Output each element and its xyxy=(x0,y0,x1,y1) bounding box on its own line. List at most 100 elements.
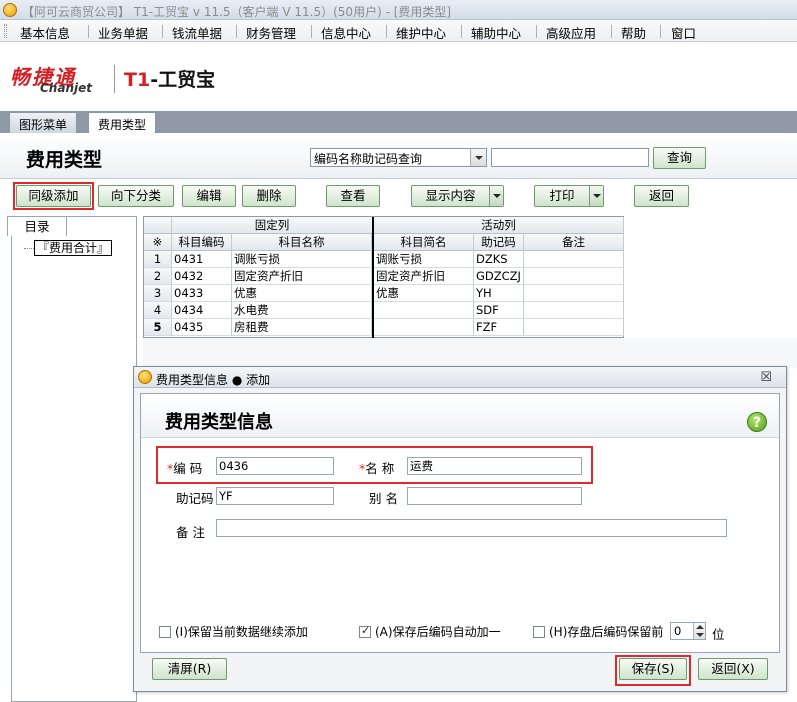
grid-row-number: 3 xyxy=(144,285,172,302)
menu-finance[interactable]: 财务管理 xyxy=(246,23,296,42)
checkbox-box-checked[interactable] xyxy=(359,624,371,638)
grid-cell-code[interactable]: 0433 xyxy=(172,285,232,302)
grid-cell-mnemonic[interactable]: GDZCZJ xyxy=(474,268,524,285)
tree-tab-catalog[interactable]: 目录 xyxy=(7,216,67,236)
back-button[interactable]: 返回 xyxy=(634,185,689,207)
mnemonic-field[interactable]: YF xyxy=(216,487,334,505)
grid-cell-name[interactable]: 房租费 xyxy=(232,319,372,336)
grid-col-short-name[interactable]: 科目简名 xyxy=(374,234,474,251)
name-field[interactable]: 运费 xyxy=(407,457,582,475)
dialog-back-button[interactable]: 返回(X) xyxy=(698,658,768,680)
grid-cell-mnemonic[interactable]: DZKS xyxy=(474,251,524,268)
grid-row-number: 4 xyxy=(144,302,172,319)
grid-cell-code[interactable]: 0434 xyxy=(172,302,232,319)
menu-basic-info[interactable]: 基本信息 xyxy=(20,23,70,42)
menu-help[interactable]: 帮助 xyxy=(621,23,646,42)
menu-separator xyxy=(162,25,163,38)
page-header: 费用类型 编码名称助记码查询 查询 xyxy=(0,133,797,179)
grid-cell-code[interactable]: 0431 xyxy=(172,251,232,268)
grid-cell-short-name[interactable] xyxy=(374,302,474,319)
view-button[interactable]: 查看 xyxy=(326,185,380,207)
grid-cell-note[interactable] xyxy=(524,268,624,285)
highlight-outline xyxy=(13,182,94,210)
delete-button[interactable]: 删除 xyxy=(242,185,296,207)
product-logo: T1-工贸宝 xyxy=(124,65,215,92)
menu-advanced[interactable]: 高级应用 xyxy=(546,23,596,42)
auto-increment-label: (A)保存后编码自动加一 xyxy=(375,625,501,639)
menu-info-center[interactable]: 信息中心 xyxy=(321,23,371,42)
menu-separator xyxy=(386,25,387,38)
grid-cell-short-name[interactable] xyxy=(374,319,474,336)
window-title: 【阿可云商贸公司】 T1-工贸宝 v 11.5（客户端 V 11.5）(50用户… xyxy=(22,5,452,19)
menu-separator xyxy=(611,25,612,38)
grid-cell-short-name[interactable]: 调账亏损 xyxy=(374,251,474,268)
search-mode-select[interactable]: 编码名称助记码查询 xyxy=(310,148,487,167)
grid-cell-note[interactable] xyxy=(524,302,624,319)
grid-cell-code[interactable]: 0432 xyxy=(172,268,232,285)
keep-prefix-stepper[interactable]: 0 xyxy=(670,622,706,640)
alias-label: 别 名 xyxy=(369,491,398,506)
keep-prefix-checkbox[interactable]: (H)存盘后编码保留前 xyxy=(533,623,663,640)
stepper-arrows-icon[interactable] xyxy=(693,623,705,639)
auto-increment-checkbox[interactable]: (A)保存后编码自动加一 xyxy=(359,623,501,640)
menu-separator xyxy=(311,25,312,38)
grid-cell-name[interactable]: 优惠 xyxy=(232,285,372,302)
save-button[interactable]: 保存(S) xyxy=(619,658,687,680)
dialog-heading: 费用类型信息 xyxy=(165,412,273,433)
code-field[interactable]: 0436 xyxy=(216,457,334,475)
search-input[interactable] xyxy=(491,148,649,167)
dropdown-arrow-icon[interactable] xyxy=(470,149,486,166)
grid-cell-note[interactable] xyxy=(524,251,624,268)
help-icon[interactable]: ? xyxy=(747,412,767,432)
edit-button[interactable]: 编辑 xyxy=(182,185,236,207)
grid-group-fixed: 固定列 xyxy=(172,217,373,234)
close-icon[interactable]: ☒ xyxy=(760,370,772,385)
dialog-titlebar: 费用类型信息 ● 添加 ☒ xyxy=(134,367,786,388)
dropdown-arrow-icon[interactable] xyxy=(489,186,503,206)
alias-field[interactable] xyxy=(407,487,582,505)
clear-button[interactable]: 清屏(R) xyxy=(152,658,227,680)
grid-cell-name[interactable]: 调账亏损 xyxy=(232,251,372,268)
brand-logo-en: Chanjet xyxy=(40,81,92,95)
menu-cashflow-docs[interactable]: 钱流单据 xyxy=(172,23,222,42)
tab-graphic-menu[interactable]: 图形菜单 xyxy=(9,112,78,133)
tree-node-expense-total[interactable]: 『费用合计』 xyxy=(34,240,113,256)
grid-cell-name[interactable]: 水电费 xyxy=(232,302,372,319)
keep-prefix-value: 0 xyxy=(674,624,682,638)
grid-col-note[interactable]: 备注 xyxy=(524,234,624,251)
dialog-title: 费用类型信息 ● 添加 xyxy=(156,373,271,387)
display-content-label: 显示内容 xyxy=(425,188,476,203)
page-title: 费用类型 xyxy=(26,149,103,171)
grid-col-code[interactable]: 科目编码 xyxy=(172,234,232,251)
menu-maintenance[interactable]: 维护中心 xyxy=(396,23,446,42)
print-button[interactable]: 打印 xyxy=(534,185,604,207)
grid-cell-mnemonic[interactable]: FZF xyxy=(474,319,524,336)
grid-cell-short-name[interactable]: 优惠 xyxy=(374,285,474,302)
grid-cell-mnemonic[interactable]: YH xyxy=(474,285,524,302)
keep-data-checkbox[interactable]: (I)保留当前数据继续添加 xyxy=(159,623,308,640)
display-content-button[interactable]: 显示内容 xyxy=(411,185,504,207)
grid-row-number: 5 xyxy=(144,319,172,336)
query-button[interactable]: 查询 xyxy=(653,147,706,169)
menu-window[interactable]: 窗口 xyxy=(671,23,696,42)
keep-data-label: (I)保留当前数据继续添加 xyxy=(175,625,308,639)
grid-col-name[interactable]: 科目名称 xyxy=(232,234,372,251)
grid-cell-note[interactable] xyxy=(524,319,624,336)
grid-cell-name[interactable]: 固定资产折旧 xyxy=(232,268,372,285)
grid-row-number: 1 xyxy=(144,251,172,268)
note-field[interactable] xyxy=(216,519,727,537)
grid-cell-mnemonic[interactable]: SDF xyxy=(474,302,524,319)
checkbox-box[interactable] xyxy=(533,626,545,638)
menu-business-docs[interactable]: 业务单据 xyxy=(98,23,148,42)
add-child-button[interactable]: 向下分类 xyxy=(98,185,174,207)
app-icon xyxy=(3,3,17,17)
checkbox-box[interactable] xyxy=(159,626,171,638)
menu-assist-center[interactable]: 辅助中心 xyxy=(471,23,521,42)
grid-cell-short-name[interactable]: 固定资产折旧 xyxy=(374,268,474,285)
name-label-text: 名 称 xyxy=(365,461,395,476)
grid-cell-code[interactable]: 0435 xyxy=(172,319,232,336)
dropdown-arrow-icon[interactable] xyxy=(589,186,603,206)
grid-col-mnemonic[interactable]: 助记码 xyxy=(474,234,524,251)
tab-expense-types[interactable]: 费用类型 xyxy=(88,112,157,133)
grid-cell-note[interactable] xyxy=(524,285,624,302)
